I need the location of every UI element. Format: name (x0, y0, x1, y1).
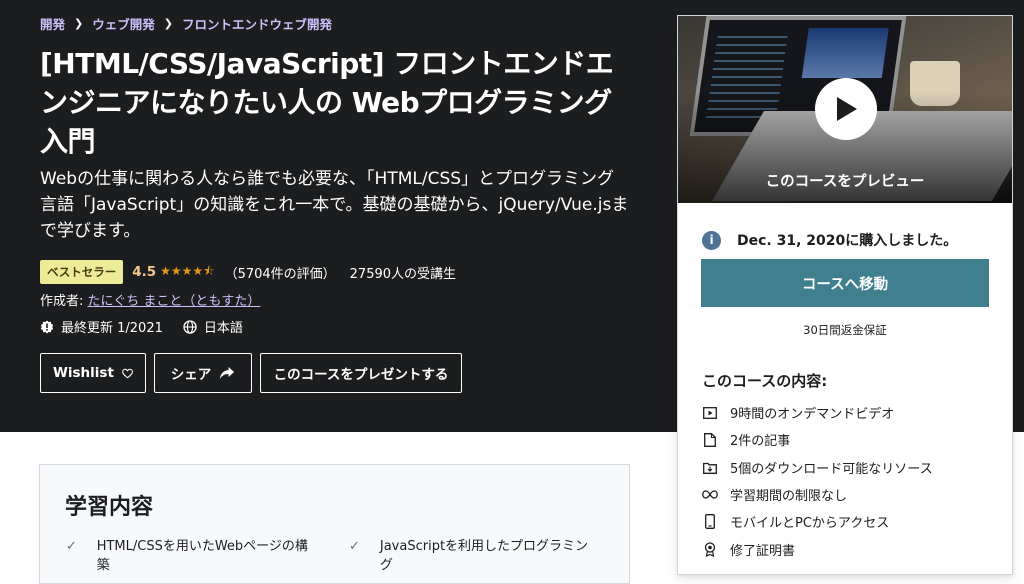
wishlist-button[interactable]: Wishlist (40, 353, 146, 393)
share-arrow-icon (220, 367, 235, 379)
course-subtitle: Webの仕事に関わる人なら誰でも必要な、「HTML/CSS」とプログラミング言語… (40, 169, 629, 241)
certificate-icon (702, 541, 718, 557)
includes-title: このコースの内容: (702, 372, 828, 390)
course-title: [HTML/CSS/JavaScript] フロントエンドエンジニアになりたい人… (40, 47, 614, 158)
breadcrumb: 開発 ❯ ウェブ開発 ❯ フロントエンドウェブ開発 (40, 14, 332, 33)
bestseller-badge: ベストセラー (40, 260, 124, 284)
list-item: 2件の記事 (702, 426, 933, 453)
rating-count-link[interactable]: （5704件の評価） (225, 263, 336, 282)
star-rating-icon: ★★★★⯪ (160, 263, 215, 278)
play-icon[interactable] (815, 78, 877, 140)
chevron-right-icon: ❯ (74, 17, 84, 30)
wishlist-label: Wishlist (53, 365, 114, 381)
list-item: 9時間のオンデマンドビデオ (702, 399, 933, 426)
file-icon (702, 432, 718, 448)
list-item: モバイルとPCからアクセス (702, 508, 933, 535)
author-link[interactable]: たにぐち まこと（ともすた） (88, 294, 261, 309)
course-language: 日本語 (203, 321, 243, 336)
purchase-date-text: Dec. 31, 2020に購入しました。 (737, 233, 958, 249)
globe-icon (183, 319, 197, 334)
gift-course-button[interactable]: このコースをプレゼントする (260, 353, 462, 393)
purchase-notice: i Dec. 31, 2020に購入しました。 (702, 230, 957, 250)
gift-course-label: このコースをプレゼントする (273, 367, 449, 383)
breadcrumb-item-web-dev[interactable]: ウェブ開発 (92, 14, 155, 33)
rating-row: ベストセラー 4.5 ★★★★⯪ （5704件の評価） 27590人の受講生 (40, 260, 456, 284)
list-item: 学習期間の制限なし (702, 481, 933, 508)
meta-row: 最終更新 1/2021 日本語 (40, 317, 243, 336)
money-back-guarantee: 30日間返金保証 (803, 323, 887, 337)
check-icon: ✓ (66, 539, 77, 554)
what-you-learn-box: 学習内容 ✓ HTML/CSSを用いたWebページの構築 ✓ JavaScrip… (39, 464, 630, 584)
download-icon (702, 459, 718, 475)
last-updated: 最終更新 1/2021 (61, 321, 163, 336)
share-button[interactable]: シェア (154, 353, 252, 393)
action-buttons: Wishlist シェア このコースをプレゼントする (40, 353, 470, 393)
purchase-sidebar: このコースをプレビュー i Dec. 31, 2020に購入しました。 コースへ… (677, 15, 1013, 575)
course-preview[interactable]: このコースをプレビュー (678, 16, 1012, 203)
chevron-right-icon: ❯ (163, 17, 173, 30)
author-label: 作成者: (40, 294, 88, 309)
list-item: ✓ JavaScriptを利用したプログラミング (349, 539, 589, 573)
alert-badge-icon (40, 320, 54, 334)
student-count: 27590人の受講生 (349, 266, 457, 282)
rating-value: 4.5 (132, 264, 157, 280)
author-row: 作成者: たにぐち まこと（ともすた） (40, 290, 260, 309)
includes-list: 9時間のオンデマンドビデオ 2件の記事 5個のダウンロード可能なリソース 学習期… (702, 399, 933, 563)
breadcrumb-item-frontend[interactable]: フロントエンドウェブ開発 (182, 14, 332, 33)
video-icon (702, 405, 718, 421)
share-label: シェア (170, 367, 212, 383)
infinity-icon (702, 487, 718, 503)
info-icon: i (702, 230, 721, 250)
go-to-course-button[interactable]: コースへ移動 (701, 259, 989, 307)
preview-label: このコースをプレビュー (765, 174, 925, 190)
list-item: 修了証明書 (702, 535, 933, 562)
learn-title: 学習内容 (65, 495, 154, 520)
check-icon: ✓ (349, 539, 360, 554)
list-item: 5個のダウンロード可能なリソース (702, 454, 933, 481)
breadcrumb-item-dev[interactable]: 開発 (40, 14, 65, 33)
list-item: ✓ HTML/CSSを用いたWebページの構築 (66, 539, 308, 573)
heart-icon (122, 368, 133, 378)
mobile-icon (702, 514, 718, 530)
